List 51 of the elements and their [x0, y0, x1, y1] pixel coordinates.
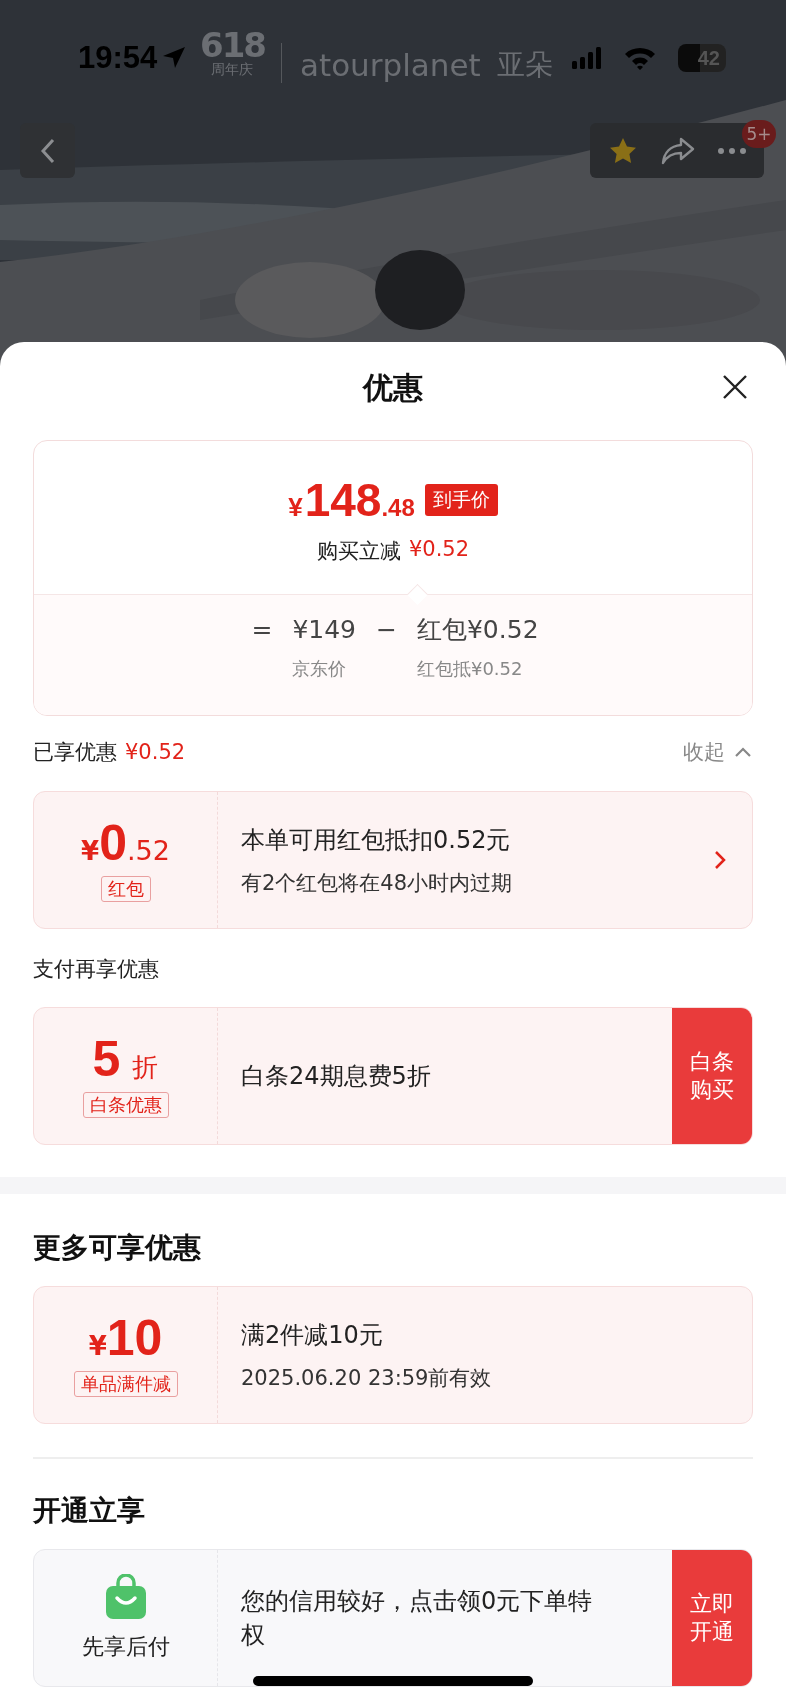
discount-unit: 折 [132, 1054, 159, 1080]
event-logo-number: 618 [200, 28, 265, 62]
saving-label: 购买立减 [316, 538, 401, 565]
operator-sign: − [376, 614, 397, 646]
price-badge: 到手价 [424, 484, 498, 516]
wifi-icon [624, 46, 656, 70]
close-button[interactable] [722, 374, 748, 400]
saving-amount: ¥0.52 [408, 537, 470, 563]
final-price: ¥148.48 [288, 477, 415, 523]
brand-name-chinese: 亚朵 [496, 47, 553, 83]
coupon-card[interactable]: ¥0.52 红包 本单可用红包抵扣0.52元 有2个红包将在48小时内过期 [33, 791, 753, 929]
share-icon[interactable] [660, 135, 696, 166]
service-name: 先享后付 [81, 1632, 170, 1661]
coupon-description: 满2件减10元 [241, 1320, 384, 1351]
coupon-description: 您的信用较好，点击领0元下单特权 [241, 1585, 593, 1651]
battery-indicator: 42 [678, 44, 726, 72]
notification-badge: 5+ [742, 120, 776, 148]
operator-sign: = [251, 614, 273, 646]
shopping-bag-icon [104, 1573, 147, 1620]
chevron-left-icon [38, 136, 57, 165]
coupon-amount: ¥0.52 [81, 818, 170, 868]
coupon-amount: ¥10 [88, 1313, 163, 1363]
collapse-toggle[interactable]: 收起 [683, 738, 753, 766]
back-button[interactable] [20, 123, 75, 178]
chevron-right-icon [714, 850, 726, 870]
event-logo-label: 周年庆 [211, 62, 254, 76]
action-button[interactable]: 立即开通 [672, 1549, 752, 1686]
action-button[interactable]: 白条购买 [672, 1008, 752, 1144]
coupon-tag: 白条优惠 [82, 1092, 169, 1118]
chevron-icon [733, 745, 753, 759]
coupon-note: 有2个红包将在48小时内过期 [241, 870, 514, 897]
sheet-title: 优惠 [363, 368, 423, 407]
signal-icon [572, 47, 602, 69]
section-heading: 更多可享优惠 [33, 1230, 202, 1266]
status-time: 19:54 [78, 40, 158, 76]
section-heading: 开通立享 [33, 1492, 146, 1529]
applied-amount: ¥0.52 [125, 740, 186, 764]
coupon-tag: 红包 [100, 876, 151, 902]
price-term: ¥149 [292, 614, 356, 646]
more-icon[interactable] [717, 146, 748, 155]
price-term-caption: 京东价 [292, 657, 348, 681]
applied-label: 已享优惠 [33, 739, 117, 766]
coupon-description: 白条24期息费5折 [241, 1061, 432, 1092]
section-label: 支付再享优惠 [33, 956, 160, 983]
price-term-caption: 红包抵¥0.52 [416, 657, 524, 681]
price-term: 红包¥0.52 [416, 614, 539, 646]
discount-value: 5 [92, 1034, 121, 1084]
coupon-tag: 单品满件减 [73, 1371, 178, 1397]
coupon-description: 本单可用红包抵扣0.52元 [241, 825, 512, 856]
brand-name: atourplanet [300, 47, 481, 83]
coupon-note: 2025.06.20 23:59前有效 [241, 1365, 493, 1392]
